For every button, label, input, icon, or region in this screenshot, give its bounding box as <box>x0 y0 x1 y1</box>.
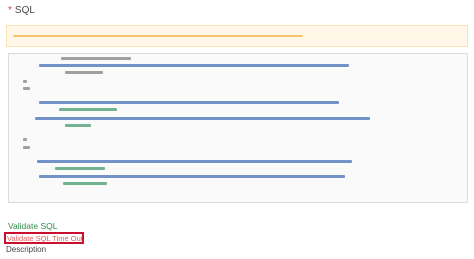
code-line <box>59 108 117 111</box>
required-mark: * <box>8 5 12 16</box>
sql-notice-banner <box>6 25 468 47</box>
sql-editor[interactable] <box>8 53 468 203</box>
sql-form: * SQL Validate SQL Validate SQL Time Out … <box>0 0 474 259</box>
sql-field-label: * SQL <box>8 5 35 16</box>
validate-sql-link[interactable]: Validate SQL <box>8 221 57 231</box>
code-line <box>37 160 352 163</box>
code-line <box>63 182 107 185</box>
code-line <box>55 167 105 170</box>
code-line <box>65 124 91 127</box>
sql-label-text: SQL <box>14 5 35 16</box>
code-line <box>23 138 27 141</box>
code-line <box>65 71 103 74</box>
code-line <box>23 80 27 83</box>
code-line <box>39 175 345 178</box>
code-line <box>39 64 349 67</box>
description-field-label: Description <box>6 245 47 254</box>
code-line <box>61 57 131 60</box>
code-line <box>23 87 30 90</box>
code-line <box>35 117 370 120</box>
validate-timeout-error: Validate SQL Time Out <box>7 234 83 243</box>
code-line <box>39 101 339 104</box>
code-line <box>23 146 30 149</box>
notice-text-blurred <box>13 35 303 37</box>
